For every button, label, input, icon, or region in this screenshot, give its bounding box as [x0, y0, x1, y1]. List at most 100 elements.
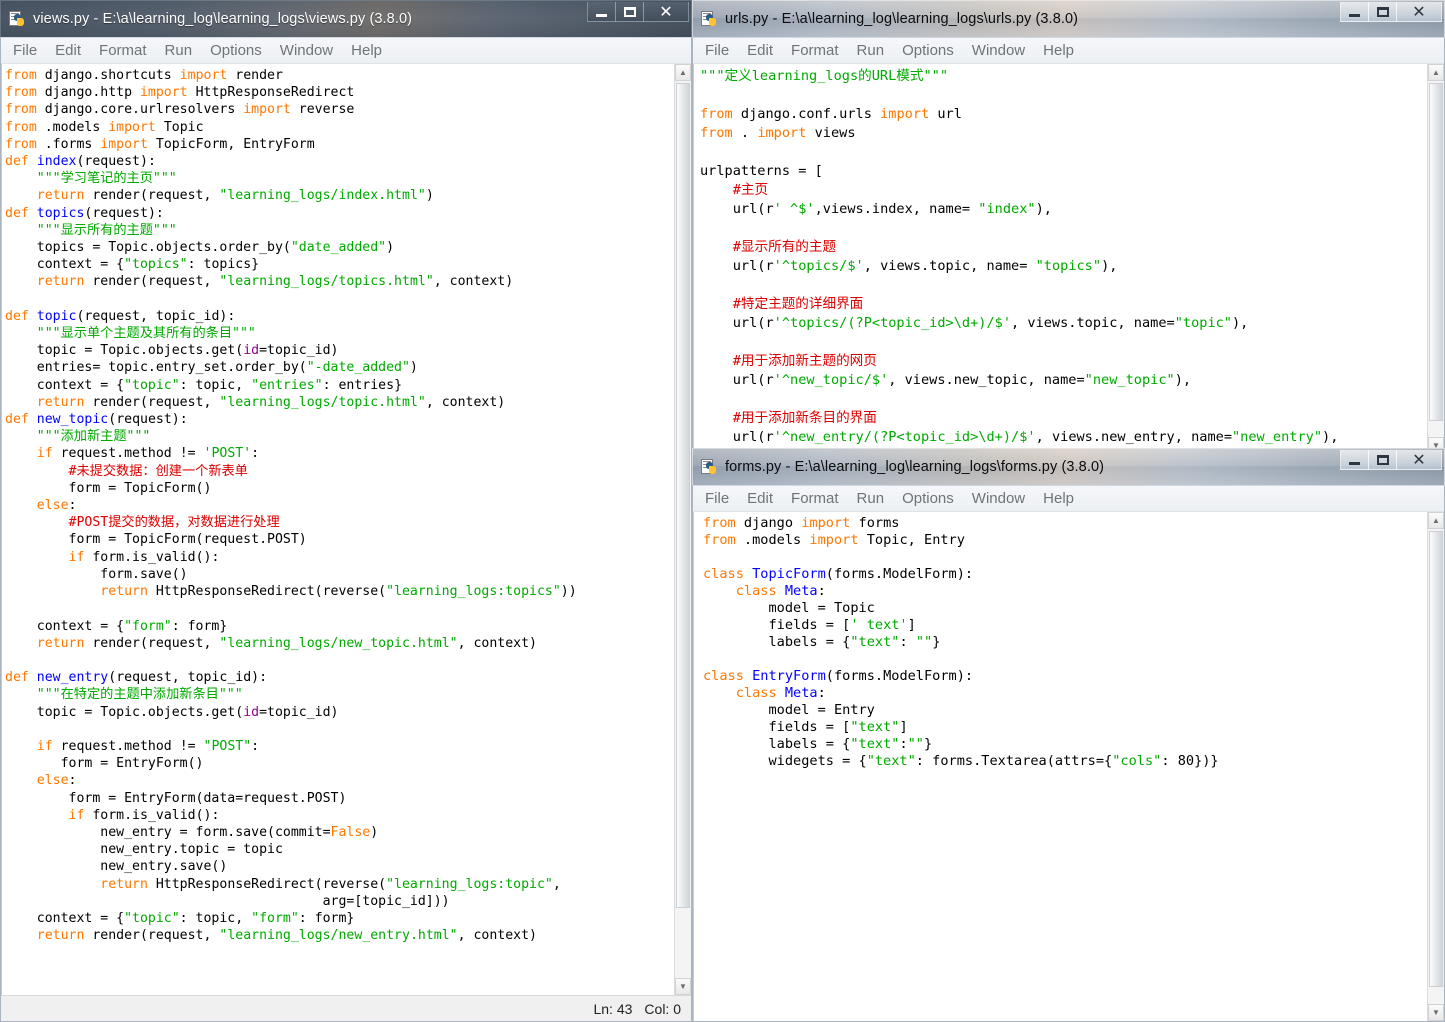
- code-line: """学习笔记的主页""": [36, 171, 177, 187]
- code-line: fields = [' text']: [703, 617, 916, 633]
- scroll-up-arrow-icon[interactable]: ▲: [675, 64, 691, 81]
- menu-run[interactable]: Run: [857, 42, 885, 59]
- menu-window[interactable]: Window: [280, 42, 333, 59]
- code-line: return render(request, "learning_logs/ne…: [36, 928, 537, 944]
- scroll-down-arrow-icon[interactable]: ▼: [1428, 1004, 1444, 1021]
- vertical-scrollbar-forms-py[interactable]: ▲ ▼: [1427, 512, 1444, 1021]
- code-line: #用于添加新主题的网页: [732, 353, 877, 369]
- window-controls[interactable]: ✕: [587, 2, 689, 22]
- code-line: def new_topic(request):: [5, 412, 188, 428]
- scrollbar-thumb[interactable]: [1429, 83, 1443, 422]
- menu-edit[interactable]: Edit: [747, 42, 773, 59]
- code-line: fields = ["text"]: [703, 719, 908, 735]
- scrollbar-thumb[interactable]: [676, 83, 690, 909]
- code-line: if form.is_valid():: [68, 549, 220, 565]
- close-button[interactable]: ✕: [1396, 450, 1442, 470]
- menu-format[interactable]: Format: [791, 42, 839, 59]
- code-line: topics = Topic.objects.order_by("date_ad…: [5, 240, 395, 256]
- menu-file[interactable]: File: [705, 42, 729, 59]
- code-line: #用于添加新条目的界面: [732, 410, 877, 426]
- code-editor-forms-py[interactable]: from django import forms from .models imp…: [693, 512, 1427, 1021]
- code-line: entries= topic.entry_set.order_by("-date…: [5, 360, 418, 376]
- menu-run[interactable]: Run: [165, 42, 193, 59]
- menu-format[interactable]: Format: [791, 490, 839, 507]
- menubar-forms-py[interactable]: File Edit Format Run Options Window Help: [693, 486, 1444, 512]
- code-line: class Meta:: [735, 583, 826, 599]
- menu-format[interactable]: Format: [99, 42, 147, 59]
- menu-options[interactable]: Options: [210, 42, 262, 59]
- code-line: context = {"topics": topics}: [5, 257, 260, 273]
- scroll-up-arrow-icon[interactable]: ▲: [1428, 64, 1444, 81]
- code-line: from .models import Topic: [5, 119, 204, 135]
- code-line: else:: [36, 498, 77, 514]
- code-line: return HttpResponseRedirect(reverse("lea…: [100, 876, 561, 892]
- code-editor-urls-py[interactable]: """定义learning_logs的URL模式""" from django.…: [693, 64, 1427, 454]
- menu-run[interactable]: Run: [857, 490, 885, 507]
- close-button[interactable]: ✕: [643, 2, 689, 22]
- menu-help[interactable]: Help: [1043, 42, 1074, 59]
- code-editor-views-py[interactable]: from django.shortcuts import render from …: [1, 64, 674, 995]
- menu-edit[interactable]: Edit: [55, 42, 81, 59]
- code-line: from django import forms: [703, 515, 900, 531]
- scrollbar-track[interactable]: [1428, 529, 1444, 1004]
- scroll-up-arrow-icon[interactable]: ▲: [1428, 512, 1444, 529]
- menu-options[interactable]: Options: [902, 490, 954, 507]
- window-controls[interactable]: ✕: [1340, 450, 1442, 470]
- titlebar-views-py[interactable]: views.py - E:\a\learning_log\learning_lo…: [0, 0, 692, 37]
- menubar-views-py[interactable]: File Edit Format Run Options Window Help: [1, 38, 691, 64]
- scrollbar-track[interactable]: [675, 81, 691, 978]
- python-file-icon: [701, 10, 718, 28]
- code-line: if request.method != "POST":: [36, 738, 260, 754]
- code-line: from .forms import TopicForm, EntryForm: [5, 136, 315, 152]
- window-controls[interactable]: ✕: [1340, 2, 1442, 22]
- maximize-button[interactable]: [615, 2, 644, 22]
- window-views-py[interactable]: views.py - E:\a\learning_log\learning_lo…: [0, 0, 692, 1022]
- menu-help[interactable]: Help: [351, 42, 382, 59]
- window-forms-py[interactable]: forms.py - E:\a\learning_log\learning_lo…: [692, 448, 1445, 1022]
- code-line: labels = {"text": ""}: [703, 634, 941, 650]
- code-line: topic = Topic.objects.get(id=topic_id): [5, 343, 339, 359]
- code-line: #POST提交的数据，对数据进行处理: [68, 515, 280, 531]
- menu-file[interactable]: File: [705, 490, 729, 507]
- close-button[interactable]: ✕: [1396, 2, 1442, 22]
- code-line: if request.method != 'POST':: [36, 446, 260, 462]
- code-line: class TopicForm(forms.ModelForm):: [703, 566, 974, 582]
- menu-edit[interactable]: Edit: [747, 490, 773, 507]
- window-title: views.py - E:\a\learning_log\learning_lo…: [33, 11, 413, 27]
- vertical-scrollbar-urls-py[interactable]: ▲ ▼: [1427, 64, 1444, 454]
- menu-help[interactable]: Help: [1043, 490, 1074, 507]
- titlebar-urls-py[interactable]: urls.py - E:\a\learning_log\learning_log…: [692, 0, 1445, 37]
- minimize-button[interactable]: [1340, 450, 1369, 470]
- menu-window[interactable]: Window: [972, 490, 1025, 507]
- scroll-down-arrow-icon[interactable]: ▼: [675, 978, 691, 995]
- code-line: url(r'^new_entry/(?P<topic_id>\d+)/$', v…: [700, 429, 1339, 445]
- code-line: """显示所有的主题""": [36, 222, 177, 238]
- menu-window[interactable]: Window: [972, 42, 1025, 59]
- menu-options[interactable]: Options: [902, 42, 954, 59]
- scrollbar-track[interactable]: [1428, 81, 1444, 437]
- status-line: Ln: 43: [593, 1000, 633, 1017]
- code-line: url(r'^new_topic/$', views.new_topic, na…: [700, 372, 1192, 388]
- window-urls-py[interactable]: urls.py - E:\a\learning_log\learning_log…: [692, 0, 1445, 455]
- menubar-urls-py[interactable]: File Edit Format Run Options Window Help: [693, 38, 1444, 64]
- scrollbar-thumb[interactable]: [1429, 531, 1443, 987]
- vertical-scrollbar-views-py[interactable]: ▲ ▼: [674, 64, 691, 995]
- code-line: """在特定的主题中添加新条目""": [36, 687, 243, 703]
- minimize-button[interactable]: [1340, 2, 1369, 22]
- menu-file[interactable]: File: [13, 42, 37, 59]
- maximize-button[interactable]: [1368, 2, 1397, 22]
- minimize-button[interactable]: [587, 2, 616, 22]
- code-line: url(r' ^$',views.index, name= "index"),: [700, 201, 1052, 217]
- code-line: from django.http import HttpResponseRedi…: [5, 85, 355, 101]
- titlebar-forms-py[interactable]: forms.py - E:\a\learning_log\learning_lo…: [692, 448, 1445, 485]
- maximize-button[interactable]: [1368, 450, 1397, 470]
- code-line: from .models import Topic, Entry: [703, 532, 965, 548]
- code-line: new_entry.save(): [5, 859, 228, 875]
